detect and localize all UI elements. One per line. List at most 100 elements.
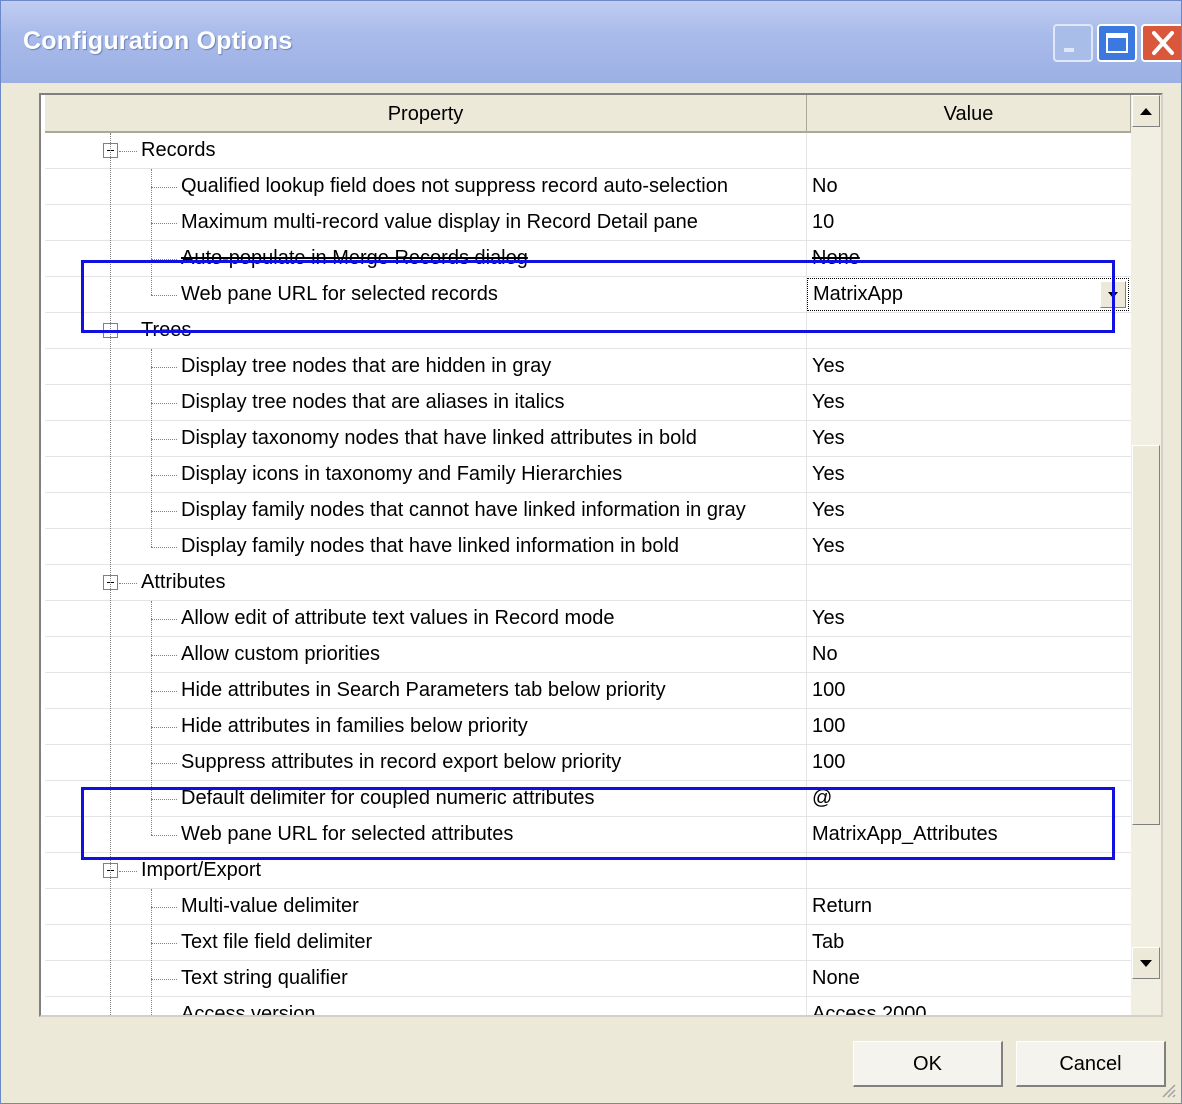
- property-value[interactable]: Yes: [812, 535, 845, 558]
- property-row[interactable]: Suppress attributes in record export bel…: [45, 745, 1131, 781]
- column-separator: [806, 205, 807, 241]
- property-label: Suppress attributes in record export bel…: [181, 751, 622, 773]
- property-label: Maximum multi-record value display in Re…: [181, 211, 698, 233]
- property-row[interactable]: Multi-value delimiter Return: [45, 889, 1131, 925]
- close-button[interactable]: [1141, 24, 1181, 62]
- property-value[interactable]: None: [812, 247, 860, 270]
- property-value[interactable]: 100: [812, 751, 845, 774]
- category-label: Import/Export: [141, 859, 262, 881]
- close-icon: [1152, 31, 1174, 55]
- tree-connector: [151, 403, 177, 405]
- column-separator: [806, 529, 807, 565]
- value-column-header[interactable]: Value: [807, 95, 1131, 133]
- cancel-button[interactable]: Cancel: [1016, 1041, 1166, 1087]
- column-separator: [806, 853, 807, 889]
- column-separator: [806, 997, 807, 1015]
- web-pane-url-records-select[interactable]: MatrixApp: [807, 278, 1129, 311]
- property-value[interactable]: Yes: [812, 391, 845, 414]
- property-value[interactable]: 10: [812, 211, 834, 234]
- tree-connector: [151, 943, 177, 945]
- category-row[interactable]: Import/Export: [45, 853, 1131, 889]
- property-label: Text string qualifier: [181, 967, 348, 989]
- maximize-button[interactable]: [1097, 24, 1137, 62]
- minimize-icon: [1064, 48, 1074, 52]
- property-value[interactable]: Return: [812, 895, 872, 918]
- property-value[interactable]: Tab: [812, 931, 844, 954]
- property-row[interactable]: Allow custom priorities No: [45, 637, 1131, 673]
- property-row[interactable]: Display icons in taxonomy and Family Hie…: [45, 457, 1131, 493]
- column-separator: [806, 421, 807, 457]
- column-separator: [806, 637, 807, 673]
- property-value[interactable]: 100: [812, 715, 845, 738]
- tree-connector: [151, 475, 177, 477]
- property-row[interactable]: Default delimiter for coupled numeric at…: [45, 781, 1131, 817]
- property-row[interactable]: Text string qualifier None: [45, 961, 1131, 997]
- category-row[interactable]: Attributes: [45, 565, 1131, 601]
- tree-connector: [151, 439, 177, 441]
- property-row[interactable]: Display family nodes that cannot have li…: [45, 493, 1131, 529]
- tree-connector: [151, 259, 177, 261]
- property-row[interactable]: Web pane URL for selected records MatrixA…: [45, 277, 1131, 313]
- property-row[interactable]: Display family nodes that have linked in…: [45, 529, 1131, 565]
- tree-connector: [119, 151, 137, 153]
- property-value[interactable]: Access 2000: [812, 1003, 927, 1015]
- tree-connector: [151, 187, 177, 189]
- property-value[interactable]: Yes: [812, 499, 845, 522]
- property-row[interactable]: Access version Access 2000: [45, 997, 1131, 1017]
- property-value[interactable]: Yes: [812, 463, 845, 486]
- property-label: Default delimiter for coupled numeric at…: [181, 787, 595, 809]
- property-row[interactable]: Display tree nodes that are aliases in i…: [45, 385, 1131, 421]
- tree-connector: [151, 691, 177, 693]
- property-value[interactable]: Yes: [812, 355, 845, 378]
- scroll-up-button[interactable]: [1132, 95, 1160, 127]
- property-value[interactable]: @: [812, 787, 832, 810]
- property-value[interactable]: MatrixApp_Attributes: [812, 823, 998, 846]
- resize-grip-icon[interactable]: [1159, 1081, 1177, 1099]
- dropdown-button[interactable]: [1100, 281, 1126, 308]
- property-row[interactable]: Display taxonomy nodes that have linked …: [45, 421, 1131, 457]
- property-label: Display icons in taxonomy and Family Hie…: [181, 463, 623, 485]
- tree-guide-line: [110, 133, 111, 1015]
- property-row[interactable]: Allow edit of attribute text values in R…: [45, 601, 1131, 637]
- column-separator: [806, 961, 807, 997]
- property-column-header[interactable]: Property: [45, 95, 807, 133]
- tree-connector: [151, 1015, 177, 1017]
- property-row[interactable]: Web pane URL for selected attributes Matr…: [45, 817, 1131, 853]
- property-value[interactable]: 100: [812, 679, 845, 702]
- property-row[interactable]: Hide attributes in families below priori…: [45, 709, 1131, 745]
- property-label: Display tree nodes that are aliases in i…: [181, 391, 565, 413]
- tree-guide-line: [151, 601, 152, 835]
- title-bar[interactable]: Configuration Options: [1, 1, 1181, 83]
- vertical-scrollbar[interactable]: [1131, 95, 1161, 1015]
- scroll-down-button[interactable]: [1132, 947, 1160, 979]
- property-row[interactable]: Auto-populate in Merge Records dialog Non…: [45, 241, 1131, 277]
- property-row[interactable]: Text file field delimiter Tab: [45, 925, 1131, 961]
- property-value[interactable]: Yes: [812, 607, 845, 630]
- property-value[interactable]: No: [812, 643, 838, 666]
- configuration-options-dialog: Configuration Options Property Value Rec…: [0, 0, 1182, 1104]
- tree-connector: [151, 223, 177, 225]
- arrow-down-icon: [1140, 960, 1152, 967]
- tree-guide-line: [151, 169, 152, 295]
- tree-guide-line: [151, 349, 152, 547]
- ok-button[interactable]: OK: [853, 1041, 1003, 1087]
- scrollbar-thumb[interactable]: [1132, 445, 1160, 825]
- property-label: Allow edit of attribute text values in R…: [181, 607, 615, 629]
- property-value[interactable]: No: [812, 175, 838, 198]
- category-row[interactable]: Trees: [45, 313, 1131, 349]
- tree-connector: [151, 295, 177, 297]
- category-row[interactable]: Records: [45, 133, 1131, 169]
- tree-connector: [151, 799, 177, 801]
- property-value[interactable]: None: [812, 967, 860, 990]
- column-separator: [806, 889, 807, 925]
- column-separator: [806, 745, 807, 781]
- minimize-button[interactable]: [1053, 24, 1093, 62]
- property-row[interactable]: Maximum multi-record value display in Re…: [45, 205, 1131, 241]
- column-separator: [806, 673, 807, 709]
- property-row[interactable]: Hide attributes in Search Parameters tab…: [45, 673, 1131, 709]
- tree-connector: [151, 727, 177, 729]
- property-row[interactable]: Display tree nodes that are hidden in gr…: [45, 349, 1131, 385]
- property-row[interactable]: Qualified lookup field does not suppress…: [45, 169, 1131, 205]
- column-separator: [806, 817, 807, 853]
- property-value[interactable]: Yes: [812, 427, 845, 450]
